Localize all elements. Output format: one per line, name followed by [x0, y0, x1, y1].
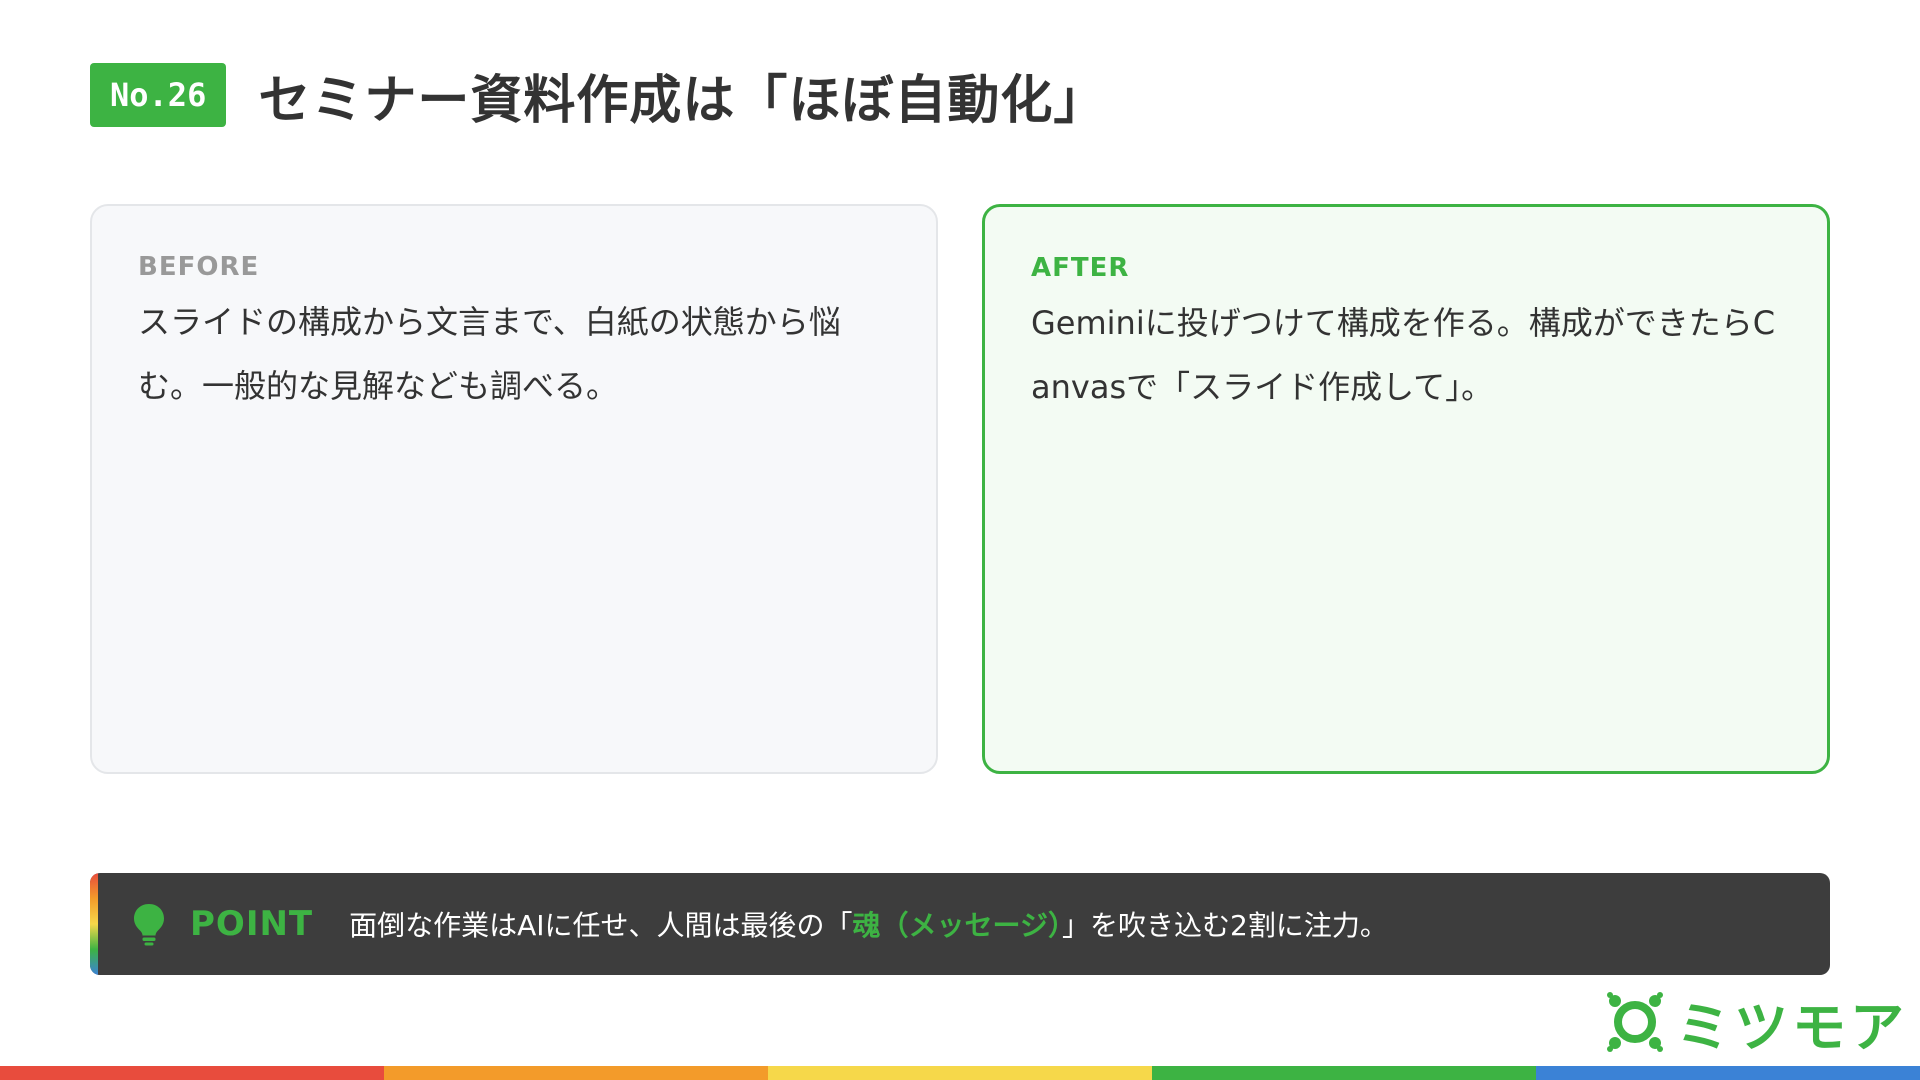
number-badge: No.26: [90, 63, 227, 127]
before-text: スライドの構成から文言まで、白紙の状態から悩む。一般的な見解なども調べる。: [138, 303, 841, 405]
brand-name: ミツモア: [1676, 995, 1908, 1059]
before-card: BEFORE スライドの構成から文言まで、白紙の状態から悩む。一般的な見解なども…: [90, 204, 938, 774]
point-bar-stripe: [90, 873, 98, 975]
point-highlight: 魂（メッセージ）: [852, 909, 1062, 942]
brand-logo: ミツモア: [1606, 990, 1908, 1059]
color-strip-segment: [1536, 1066, 1920, 1080]
color-strip: [0, 1066, 1920, 1080]
color-strip-segment: [0, 1066, 384, 1080]
after-card: AFTER Geminiに投げつけて構成を作る。構成ができたらCanvasで「ス…: [982, 204, 1830, 774]
point-text-before: 面倒な作業はAIに任せ、人間は最後の「: [349, 909, 853, 942]
color-strip-segment: [384, 1066, 768, 1080]
point-text: 面倒な作業はAIに任せ、人間は最後の「魂（メッセージ）」を吹き込む2割に注力。: [349, 904, 1388, 944]
before-label: BEFORE: [138, 252, 260, 282]
after-label: AFTER: [1031, 253, 1130, 283]
lightbulb-icon: [132, 902, 166, 946]
page-title: セミナー資料作成は「ほぼ自動化」: [258, 70, 1107, 131]
point-label: POINT: [190, 904, 314, 944]
color-strip-segment: [768, 1066, 1152, 1080]
slide-header: No.26 セミナー資料作成は「ほぼ自動化」: [90, 60, 1107, 131]
point-text-after: 」を吹き込む2割に注力。: [1062, 909, 1388, 942]
point-bar: POINT 面倒な作業はAIに任せ、人間は最後の「魂（メッセージ）」を吹き込む2…: [90, 873, 1830, 975]
mitsumoa-logo-icon: [1607, 992, 1663, 1052]
after-text: Geminiに投げつけて構成を作る。構成ができたらCanvasで「スライド作成し…: [1031, 304, 1776, 406]
color-strip-segment: [1152, 1066, 1536, 1080]
